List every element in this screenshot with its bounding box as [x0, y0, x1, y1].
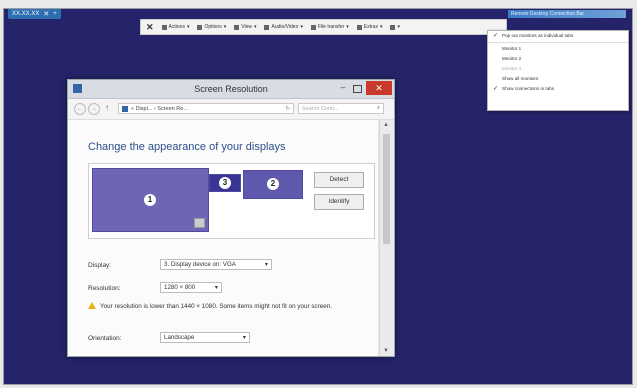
- host-label: XX.XX.XX: [12, 11, 40, 17]
- scroll-up-icon[interactable]: ▲: [383, 122, 389, 128]
- remote-session-tab[interactable]: XX.XX.XX ✕ +: [8, 9, 61, 19]
- forward-button[interactable]: →: [88, 103, 100, 115]
- up-button[interactable]: ↑: [105, 103, 109, 112]
- scroll-down-icon[interactable]: ▼: [383, 348, 389, 354]
- resolution-warning: Your resolution is lower than 1440 × 108…: [88, 302, 368, 311]
- vertical-scrollbar[interactable]: ▲ ▼: [379, 120, 394, 356]
- menu-divider: [488, 42, 628, 43]
- menu-item-monitor-3[interactable]: Monitor 3: [488, 64, 628, 74]
- maximize-button[interactable]: [350, 82, 364, 94]
- resolution-select[interactable]: 1280 × 800 ▾: [160, 282, 222, 293]
- connection-bar-text: Remote Desktop Connection Bar: [511, 11, 585, 17]
- search-icon: ⌕: [376, 105, 380, 111]
- orientation-select[interactable]: Landscape ▾: [160, 332, 250, 343]
- close-toolbar-icon[interactable]: ✕: [146, 22, 154, 33]
- menu-item-tabs[interactable]: ✓ Show connections in tabs: [488, 84, 628, 94]
- page-title: Change the appearance of your displays: [88, 141, 286, 153]
- options-menu[interactable]: Options ▾: [197, 24, 226, 30]
- file-transfer-menu[interactable]: File transfer ▾: [310, 24, 349, 30]
- chevron-down-icon: ▾: [264, 261, 268, 268]
- monitor-menu[interactable]: ▾: [390, 24, 400, 30]
- scrollbar-thumb[interactable]: [383, 134, 390, 244]
- refresh-icon[interactable]: ↻: [285, 106, 293, 112]
- taskbar-icon: [194, 218, 205, 228]
- window-titlebar[interactable]: Screen Resolution – ✕: [68, 80, 394, 99]
- checkmark-icon: ✓: [493, 86, 499, 92]
- extras-menu[interactable]: Extras ▾: [356, 24, 382, 30]
- monitor-number: 2: [267, 178, 279, 190]
- display-select[interactable]: 3. Display device on: VGA ▾: [160, 259, 272, 270]
- audio-video-menu[interactable]: Audio/Video ▾: [264, 24, 303, 30]
- back-button[interactable]: ←: [74, 103, 86, 115]
- chevron-down-icon: ▾: [214, 284, 218, 291]
- content-pane: Change the appearance of your displays 1…: [68, 120, 378, 356]
- close-button[interactable]: ✕: [366, 81, 392, 95]
- search-input[interactable]: Search Contr... ⌕: [298, 103, 384, 114]
- connection-bar: Remote Desktop Connection Bar: [508, 10, 626, 18]
- orientation-label: Orientation:: [88, 335, 122, 342]
- menu-item-show-all[interactable]: Show all monitors: [488, 74, 628, 84]
- close-tab-icon[interactable]: ✕: [43, 10, 49, 18]
- checkmark-icon: ✓: [493, 33, 499, 39]
- address-bar: ← → ↑ « Displ... › Screen Re... ↻ Search…: [68, 99, 394, 120]
- control-panel-icon: [122, 105, 128, 112]
- resolution-label: Resolution:: [88, 285, 121, 292]
- monitor-icon: [390, 24, 396, 30]
- view-menu[interactable]: View ▾: [234, 24, 256, 30]
- wrench-icon: [356, 24, 362, 30]
- actions-menu[interactable]: Actions ▾: [161, 24, 189, 30]
- options-icon: [197, 24, 203, 30]
- monitor-1-tile[interactable]: 1: [92, 168, 209, 232]
- menu-item-pop-out[interactable]: ✓ Pop out monitors as individual tabs: [488, 31, 628, 41]
- menu-item-monitor-1[interactable]: Monitor 1: [488, 44, 628, 54]
- menu-item-monitor-2[interactable]: Monitor 2: [488, 54, 628, 64]
- speaker-icon: [264, 24, 270, 30]
- monitor-dropdown: ✓ Pop out monitors as individual tabs Mon…: [487, 30, 629, 111]
- add-tab-icon[interactable]: +: [53, 11, 57, 17]
- session-toolbar: ✕ Actions ▾ Options ▾ View ▾ Audio/Video…: [140, 19, 507, 35]
- chevron-down-icon: ▾: [242, 334, 246, 341]
- minimize-button[interactable]: –: [336, 82, 350, 94]
- lightning-icon: [161, 24, 167, 30]
- warning-icon: [88, 302, 96, 309]
- breadcrumb[interactable]: « Displ... › Screen Re... ↻: [118, 103, 294, 114]
- maximize-icon: [352, 85, 362, 93]
- breadcrumb-text: « Displ... › Screen Re...: [131, 105, 188, 112]
- monitor-number: 1: [144, 194, 156, 206]
- eye-icon: [234, 24, 240, 30]
- search-placeholder: Search Contr...: [302, 105, 339, 112]
- detect-button[interactable]: Detect: [314, 172, 364, 188]
- identify-button[interactable]: Identify: [314, 194, 364, 210]
- monitor-layout: 1 3 2 Detect Identify: [88, 163, 375, 239]
- screen-resolution-window: Screen Resolution – ✕ ← → ↑ « Displ... ›…: [67, 79, 395, 357]
- file-icon: [310, 24, 316, 30]
- monitor-2-tile[interactable]: 2: [243, 170, 303, 199]
- display-label: Display:: [88, 262, 112, 269]
- monitor-number: 3: [219, 177, 231, 189]
- monitor-3-tile[interactable]: 3: [209, 174, 241, 192]
